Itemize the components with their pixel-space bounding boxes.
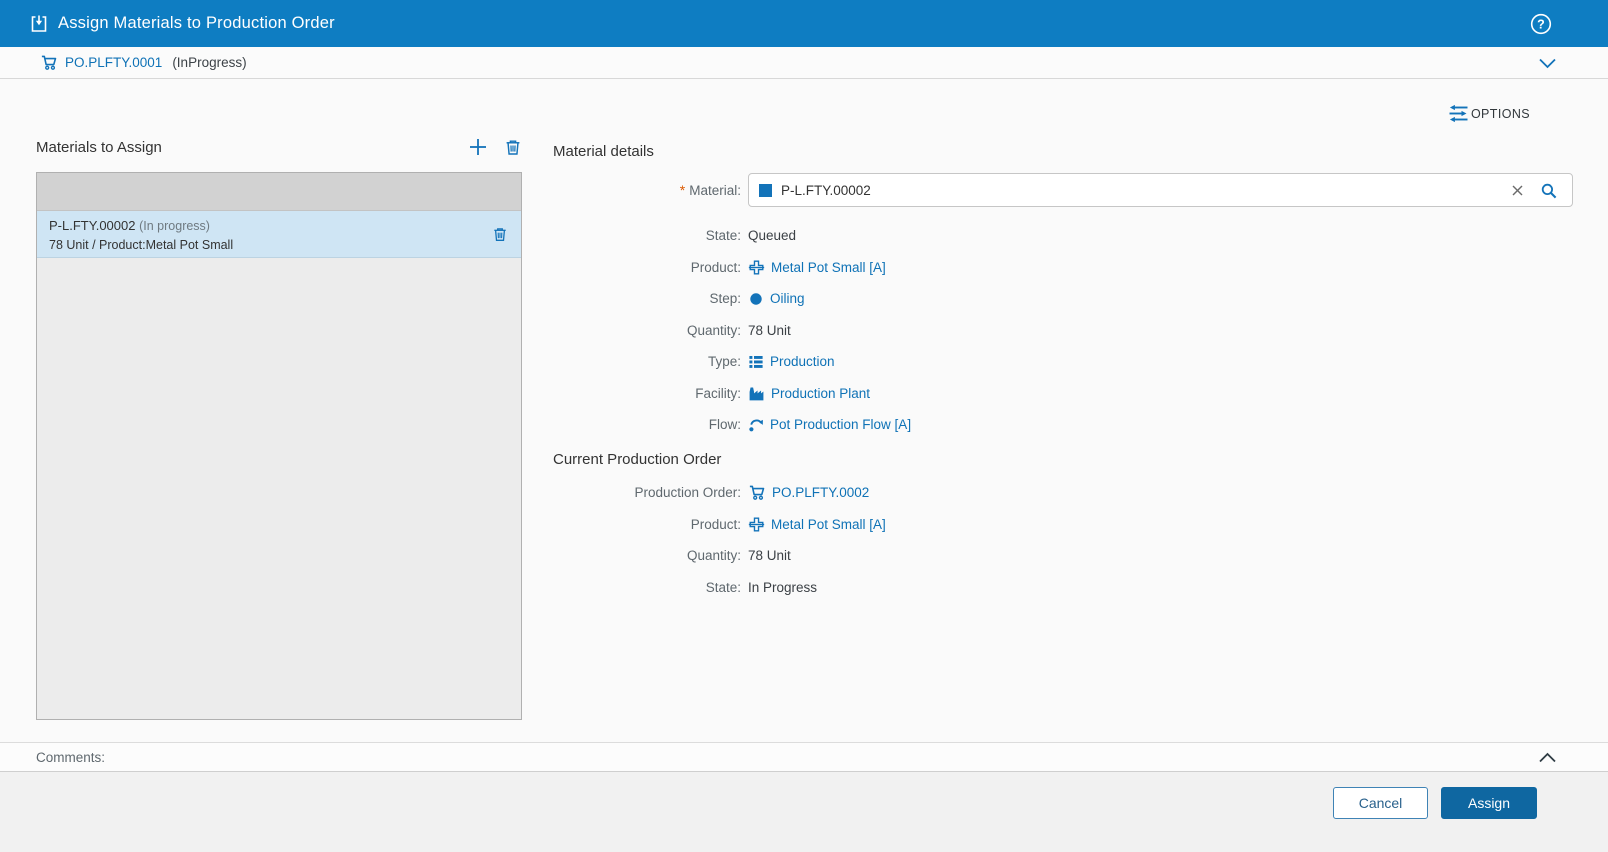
current-quantity-value: 78 Unit	[748, 548, 791, 564]
chevron-up-icon[interactable]	[1537, 751, 1558, 765]
delete-material-button[interactable]	[504, 138, 522, 157]
remove-item-button[interactable]	[492, 226, 508, 243]
material-field-row: * Material: P-L.FTY.00002	[553, 173, 1573, 207]
chevron-down-icon[interactable]	[1537, 56, 1558, 70]
options-icon	[1449, 104, 1468, 123]
facility-link[interactable]: Production Plant	[771, 386, 870, 401]
quantity-value: 78 Unit	[748, 322, 791, 338]
cart-icon	[40, 54, 58, 71]
context-order-state: (InProgress)	[172, 55, 247, 70]
context-order-link[interactable]: PO.PLFTY.0001	[65, 55, 162, 70]
material-field-label: * Material:	[679, 182, 741, 198]
production-order-link[interactable]: PO.PLFTY.0002	[772, 485, 869, 500]
cart-icon	[748, 484, 766, 501]
field-row-production-order: Production Order: PO.PLFTY.0002	[634, 484, 870, 501]
material-details-title: Material details	[553, 143, 654, 160]
comments-bar[interactable]: Comments:	[0, 742, 1608, 772]
svg-text:?: ?	[1537, 18, 1545, 32]
materials-list-header	[37, 173, 521, 211]
field-row-quantity: Quantity: 78 Unit	[686, 548, 791, 564]
material-item-state: (In progress)	[139, 219, 210, 233]
field-row-flow: Flow: Pot Production Flow [A]	[708, 417, 912, 433]
current-order-fields: Production Order: PO.PLFTY.0002 Product:…	[553, 477, 1573, 603]
options-button[interactable]: OPTIONS	[1448, 104, 1530, 123]
materials-list: P-L.FTY.00002 (In progress) 78 Unit / Pr…	[36, 172, 522, 720]
current-state-value: In Progress	[748, 579, 818, 595]
field-row-step: Step: Oiling	[709, 291, 805, 307]
field-row-state: State: In Progress	[705, 579, 818, 595]
type-list-icon	[748, 354, 764, 370]
material-item-detail: 78 Unit / Product:Metal Pot Small	[49, 238, 234, 252]
field-row-product: Product: Metal Pot Small [A]	[690, 259, 886, 276]
product-link[interactable]: Metal Pot Small [A]	[771, 260, 886, 275]
search-icon[interactable]	[1540, 182, 1558, 200]
material-item-title: P-L.FTY.00002 (In progress)	[49, 218, 509, 233]
flow-icon	[748, 417, 764, 433]
flow-link[interactable]: Pot Production Flow [A]	[770, 417, 911, 432]
material-input[interactable]: P-L.FTY.00002	[748, 173, 1573, 207]
titlebar: Assign Materials to Production Order ?	[0, 0, 1608, 47]
material-item-name: P-L.FTY.00002	[49, 218, 136, 233]
required-marker: *	[679, 182, 686, 198]
options-label: OPTIONS	[1470, 106, 1530, 121]
materials-to-assign-header: Materials to Assign	[36, 137, 522, 157]
field-row-state: State: Queued	[705, 228, 797, 244]
clear-icon[interactable]	[1511, 184, 1524, 197]
facility-factory-icon	[748, 385, 765, 402]
type-link[interactable]: Production	[770, 354, 835, 369]
product-icon	[748, 259, 765, 276]
state-value: Queued	[748, 228, 797, 244]
main-content: OPTIONS Materials to Assign P-L.FTY.0000…	[0, 80, 1608, 742]
step-circle-icon	[748, 291, 764, 307]
field-row-facility: Facility: Production Plant	[695, 385, 871, 402]
material-type-icon	[759, 183, 772, 197]
field-row-type: Type: Production	[707, 354, 835, 370]
page-title: Assign Materials to Production Order	[58, 14, 335, 32]
footer: Cancel Assign	[0, 772, 1608, 852]
materials-to-assign-title: Materials to Assign	[36, 138, 162, 156]
comments-label: Comments:	[36, 749, 106, 765]
material-list-item[interactable]: P-L.FTY.00002 (In progress) 78 Unit / Pr…	[37, 211, 521, 258]
help-icon[interactable]: ?	[1530, 13, 1552, 35]
material-detail-fields: State: Queued Product: Metal Pot Small […	[553, 220, 1573, 441]
add-material-button[interactable]	[468, 137, 488, 157]
field-row-product: Product: Metal Pot Small [A]	[690, 516, 886, 533]
current-product-link[interactable]: Metal Pot Small [A]	[771, 517, 886, 532]
material-input-value: P-L.FTY.00002	[781, 182, 871, 198]
cancel-button[interactable]: Cancel	[1333, 787, 1428, 819]
assign-button[interactable]: Assign	[1441, 787, 1537, 819]
current-production-order-title: Current Production Order	[553, 451, 722, 468]
product-icon	[748, 516, 765, 533]
field-row-quantity: Quantity: 78 Unit	[686, 322, 791, 338]
assign-materials-dialog: Assign Materials to Production Order ? P…	[0, 0, 1608, 852]
context-bar: PO.PLFTY.0001 (InProgress)	[0, 47, 1608, 79]
step-link[interactable]: Oiling	[770, 291, 805, 306]
assign-material-icon	[29, 14, 49, 34]
